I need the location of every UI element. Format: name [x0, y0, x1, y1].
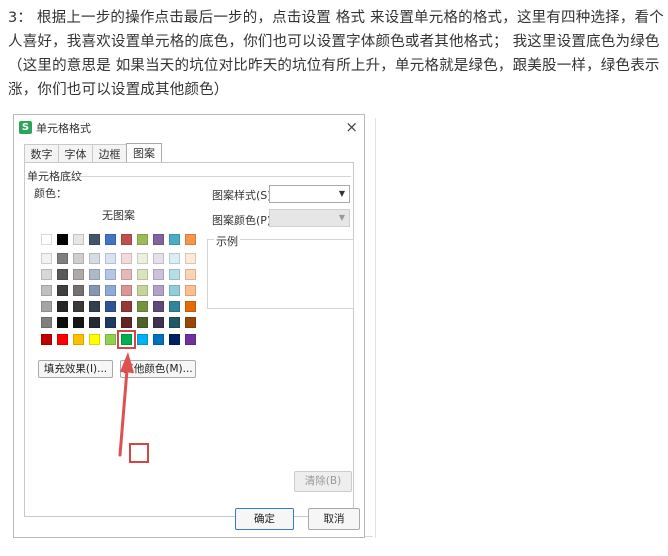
annotation-arrow-icon — [118, 352, 134, 457]
